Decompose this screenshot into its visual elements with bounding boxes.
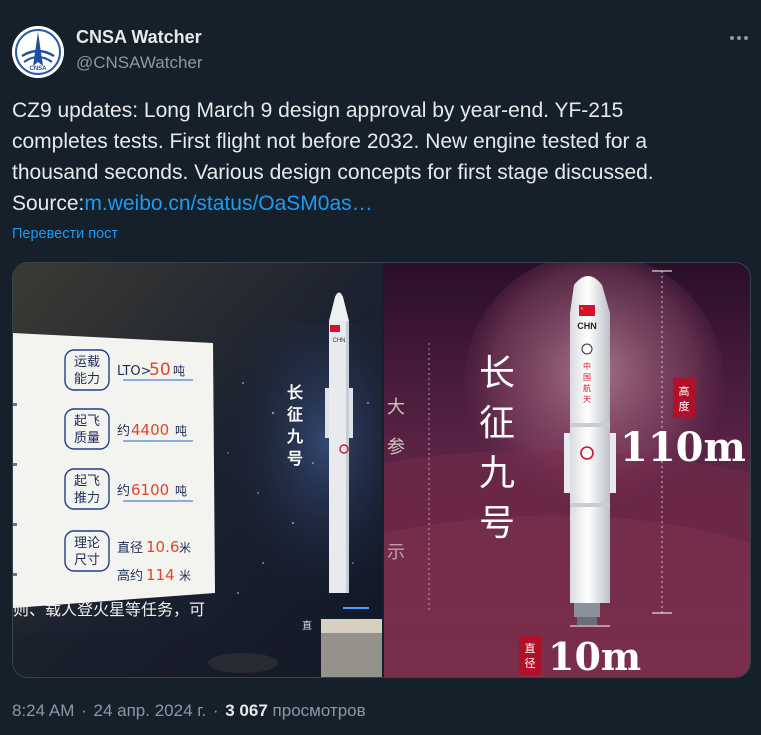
spec-label: 尺寸 — [74, 553, 100, 568]
rocket-name-char: 号 — [287, 449, 303, 468]
photo-left[interactable]: 运载 能力 起飞 质量 起飞 推力 理论 尺寸 LTO> 50 吨 约 4400… — [13, 263, 382, 677]
rocket-name-char: 长 — [287, 383, 304, 402]
spec-value-unit: 米 — [179, 569, 191, 583]
rocket-name-char: 征 — [479, 403, 515, 444]
translate-post-link[interactable]: Перевести пост — [12, 226, 118, 242]
tweet-line: CZ9 updates: Long March 9 design approva… — [12, 99, 624, 122]
spec-value-number: 6100 — [131, 481, 169, 499]
rocket-name-char: 九 — [286, 427, 303, 446]
spec-value-unit: 吨 — [175, 424, 187, 438]
spec-value-prefix: 约 — [117, 424, 130, 439]
rocket-name-char: 号 — [479, 503, 515, 544]
rocket-vertical-char: 国 — [583, 373, 591, 382]
author-name[interactable]: CNSA Watcher — [76, 27, 202, 48]
views-label: просмотров — [272, 701, 366, 720]
tweet-time[interactable]: 8:24 AM — [12, 701, 74, 720]
photo-right[interactable]: 大 参 示 长 征 九 号 CHN 中 国 航 天 高 度 110m 直 径 1… — [384, 263, 750, 678]
meta-separator: · — [81, 701, 87, 720]
rocket-left: CHN — [325, 292, 353, 593]
tweet-date[interactable]: 24 апр. 2024 г. — [94, 701, 207, 720]
tweet-line: completes tests. First flight not before… — [12, 130, 648, 153]
tweet-text: CZ9 updates: Long March 9 design approva… — [12, 95, 752, 219]
spec-label: 起飞 — [74, 414, 100, 429]
spec-label: 运载 — [74, 355, 100, 370]
cnsa-logo-icon: CNSA — [12, 26, 64, 78]
rocket-flag-text: CHN — [333, 338, 346, 344]
tweet-line: thousand seconds. Various design concept… — [12, 161, 654, 184]
spec-label: 能力 — [74, 372, 100, 387]
spec-value-prefix: LTO> — [117, 364, 152, 379]
slide-bottom-text: 则、载人登火星等任务，可 — [13, 600, 205, 619]
views-count: 3 067 — [225, 701, 268, 720]
rocket-vertical-char: 中 — [583, 361, 591, 371]
svg-text:大: 大 — [387, 397, 405, 418]
spec-label: 质量 — [74, 431, 100, 446]
diameter-tag-char: 直 — [525, 641, 536, 655]
spec-value-unit: 吨 — [175, 484, 187, 498]
media-grid: 运载 能力 起飞 质量 起飞 推力 理论 尺寸 LTO> 50 吨 约 4400… — [12, 262, 751, 678]
source-link[interactable]: m.weibo.cn/status/OaSM0as… — [84, 192, 372, 215]
rocket-right: CHN 中 国 航 天 — [564, 276, 616, 625]
spec-value-prefix: 直径 — [117, 541, 143, 556]
more-horizontal-icon — [730, 36, 748, 40]
poster-photo: 大 参 示 长 征 九 号 CHN 中 国 航 天 高 度 110m 直 径 1… — [384, 263, 750, 678]
spec-value-number: 10.6 — [146, 538, 179, 556]
spec-value-prefix: 约 — [117, 484, 130, 499]
diameter-value: 10m — [548, 634, 641, 678]
small-label: 直 — [302, 619, 312, 632]
diameter-tag-char: 径 — [525, 657, 536, 670]
avatar-text: CNSA — [29, 66, 47, 72]
spec-label: 理论 — [74, 536, 100, 551]
svg-text:示: 示 — [387, 542, 405, 563]
rocket-name-char: 长 — [479, 353, 515, 394]
source-label: Source: — [12, 192, 85, 215]
spec-label: 推力 — [74, 491, 100, 506]
rocket-name-char: 九 — [479, 453, 515, 494]
tweet-source-line: Source:m.weibo.cn/status/OaSM0as… — [12, 188, 752, 219]
meta-separator: · — [212, 701, 219, 720]
author-handle[interactable]: @CNSAWatcher — [76, 53, 203, 73]
rocket-vertical-char: 天 — [583, 395, 591, 404]
tweet-article: CNSA CNSA Watcher @CNSAWatcher CZ9 updat… — [0, 0, 761, 735]
rocket-vertical-char: 航 — [583, 383, 591, 393]
more-options-button[interactable] — [722, 24, 756, 52]
spec-value-number: 50 — [149, 360, 171, 380]
author-avatar[interactable]: CNSA — [12, 26, 64, 78]
spec-value-prefix: 高约 — [117, 568, 143, 584]
spec-value-number: 4400 — [131, 421, 169, 439]
height-tag-char: 度 — [679, 399, 690, 413]
tweet-meta: 8:24 AM · 24 апр. 2024 г. · 3 067 просмо… — [12, 701, 366, 721]
spec-label: 起飞 — [74, 474, 100, 489]
rocket-flag-text: CHN — [577, 321, 597, 331]
height-tag-char: 高 — [679, 384, 690, 398]
height-value: 110m — [620, 424, 746, 471]
spec-value-unit: 吨 — [173, 364, 185, 378]
rocket-name-char: 征 — [287, 405, 303, 424]
presentation-photo: 运载 能力 起飞 质量 起飞 推力 理论 尺寸 LTO> 50 吨 约 4400… — [13, 263, 382, 677]
spec-value-number: 114 — [146, 566, 175, 584]
spec-value-unit: 米 — [179, 541, 191, 555]
svg-text:参: 参 — [387, 437, 405, 458]
